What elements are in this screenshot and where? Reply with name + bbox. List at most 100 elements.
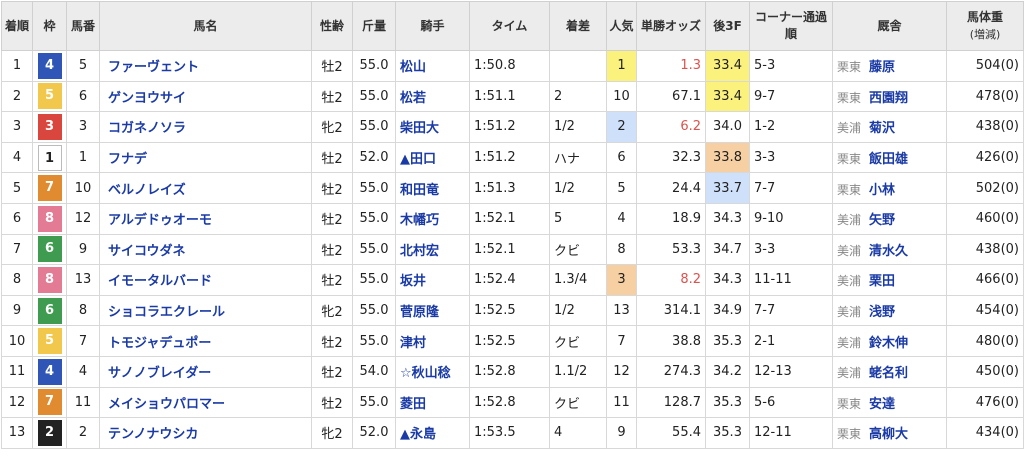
jockey-link[interactable]: ☆秋山稔: [395, 355, 470, 388]
jockey-link[interactable]: 北村宏: [395, 233, 470, 266]
trainer-link[interactable]: 鈴木伸: [869, 336, 908, 351]
waku-cell: 5: [32, 80, 67, 113]
body-weight-cell: 502(0): [946, 172, 1024, 204]
waku-cell: 6: [32, 294, 67, 327]
corner-cell: 9-10: [749, 202, 833, 235]
jockey-link[interactable]: ▲永島: [395, 417, 470, 449]
jockey-link[interactable]: 和田竜: [395, 172, 470, 204]
last3f-cell: 33.4: [705, 50, 750, 82]
last3f-cell: 35.3: [705, 417, 750, 449]
trainer-cell: 美浦 鈴木伸: [832, 325, 947, 357]
odds-cell: 274.3: [636, 355, 706, 388]
jockey-link[interactable]: 津村: [395, 325, 470, 357]
sex-age-cell: 牝2: [311, 417, 353, 449]
horse-name-link[interactable]: ファーヴェント: [99, 50, 312, 82]
stable-label: 美浦: [837, 366, 862, 381]
horse-name-link[interactable]: サイコウダネ: [99, 233, 312, 266]
table-row: 6 8 12 アルデドゥオーモ 牡2 55.0 木幡巧 1:52.1 5 4 18.9 34.3 9-1…: [1, 202, 1024, 235]
jockey-link[interactable]: 菅原隆: [395, 294, 470, 327]
trainer-cell: 栗東 藤原: [832, 50, 947, 82]
header-weight: 斤量: [352, 1, 396, 51]
horse-name-link[interactable]: イモータルバード: [99, 264, 312, 296]
horse-name-link[interactable]: フナデ: [99, 141, 312, 174]
waku-cell: 2: [32, 417, 67, 449]
trainer-link[interactable]: 清水久: [869, 244, 908, 259]
time-cell: 1:53.5: [469, 417, 550, 449]
jockey-link[interactable]: 木幡巧: [395, 202, 470, 235]
trainer-link[interactable]: 小林: [869, 183, 895, 198]
horse-name-link[interactable]: サノノブレイダー: [99, 355, 312, 388]
waku-cell: 5: [32, 325, 67, 357]
trainer-link[interactable]: 高柳大: [869, 427, 908, 442]
jockey-link[interactable]: 柴田大: [395, 111, 470, 143]
sex-age-cell: 牡2: [311, 202, 353, 235]
trainer-link[interactable]: 栗田: [869, 274, 895, 289]
time-cell: 1:52.5: [469, 325, 550, 357]
stable-label: 美浦: [837, 305, 862, 320]
trainer-link[interactable]: 蛯名利: [869, 366, 908, 381]
umaban-cell: 3: [66, 111, 100, 143]
waku-badge: 2: [37, 419, 62, 446]
jockey-link[interactable]: 菱田: [395, 386, 470, 419]
rank-cell: 8: [1, 264, 33, 296]
time-cell: 1:51.3: [469, 172, 550, 204]
header-time: タイム: [469, 1, 550, 51]
corner-cell: 7-7: [749, 294, 833, 327]
umaban-cell: 12: [66, 202, 100, 235]
trainer-link[interactable]: 藤原: [869, 60, 895, 75]
horse-name-link[interactable]: ゲンヨウサイ: [99, 80, 312, 113]
trainer-link[interactable]: 飯田雄: [869, 152, 908, 167]
last3f-cell: 35.3: [705, 386, 750, 419]
weight-cell: 55.0: [352, 294, 396, 327]
odds-cell: 38.8: [636, 325, 706, 357]
header-umaban: 馬番: [66, 1, 100, 51]
time-cell: 1:51.1: [469, 80, 550, 113]
weight-cell: 55.0: [352, 386, 396, 419]
horse-name-link[interactable]: テンノナウシカ: [99, 417, 312, 449]
horse-name-link[interactable]: ショコラエクレール: [99, 294, 312, 327]
body-weight-cell: 454(0): [946, 294, 1024, 327]
weight-cell: 55.0: [352, 202, 396, 235]
stable-label: 美浦: [837, 121, 862, 136]
trainer-link[interactable]: 西園翔: [869, 91, 908, 106]
margin-cell: 1/2: [549, 111, 607, 143]
popularity-cell: 6: [606, 141, 637, 174]
waku-cell: 4: [32, 50, 67, 82]
horse-name-link[interactable]: ベルノレイズ: [99, 172, 312, 204]
odds-cell: 8.2: [636, 264, 706, 296]
trainer-link[interactable]: 安達: [869, 397, 895, 412]
odds-cell: 6.2: [636, 111, 706, 143]
jockey-link[interactable]: 坂井: [395, 264, 470, 296]
trainer-link[interactable]: 菊沢: [869, 121, 895, 136]
trainer-cell: 美浦 矢野: [832, 202, 947, 235]
umaban-cell: 11: [66, 386, 100, 419]
waku-cell: 7: [32, 386, 67, 419]
jockey-link[interactable]: 松若: [395, 80, 470, 113]
sex-age-cell: 牡2: [311, 264, 353, 296]
trainer-cell: 栗東 小林: [832, 172, 947, 204]
weight-cell: 52.0: [352, 141, 396, 174]
last3f-cell: 34.3: [705, 202, 750, 235]
body-weight-cell: 426(0): [946, 141, 1024, 174]
horse-name-link[interactable]: コガネノソラ: [99, 111, 312, 143]
stable-label: 栗東: [837, 427, 862, 442]
waku-cell: 8: [32, 202, 67, 235]
popularity-cell: 8: [606, 233, 637, 266]
table-row: 2 5 6 ゲンヨウサイ 牡2 55.0 松若 1:51.1 2 10 67.1 33.4 9-7 栗東西…: [1, 80, 1024, 113]
margin-cell: 1/2: [549, 294, 607, 327]
trainer-link[interactable]: 矢野: [869, 213, 895, 228]
popularity-cell: 5: [606, 172, 637, 204]
margin-cell: 5: [549, 202, 607, 235]
jockey-link[interactable]: ▲田口: [395, 141, 470, 174]
popularity-cell: 13: [606, 294, 637, 327]
trainer-link[interactable]: 浅野: [869, 305, 895, 320]
jockey-link[interactable]: 松山: [395, 50, 470, 82]
horse-name-link[interactable]: アルデドゥオーモ: [99, 202, 312, 235]
time-cell: 1:52.1: [469, 202, 550, 235]
header-last3f: 後3F: [705, 1, 750, 51]
horse-name-link[interactable]: メイショウパロマー: [99, 386, 312, 419]
waku-badge: 6: [37, 236, 62, 263]
odds-cell: 67.1: [636, 80, 706, 113]
corner-cell: 1-2: [749, 111, 833, 143]
horse-name-link[interactable]: トモジャデュポー: [99, 325, 312, 357]
